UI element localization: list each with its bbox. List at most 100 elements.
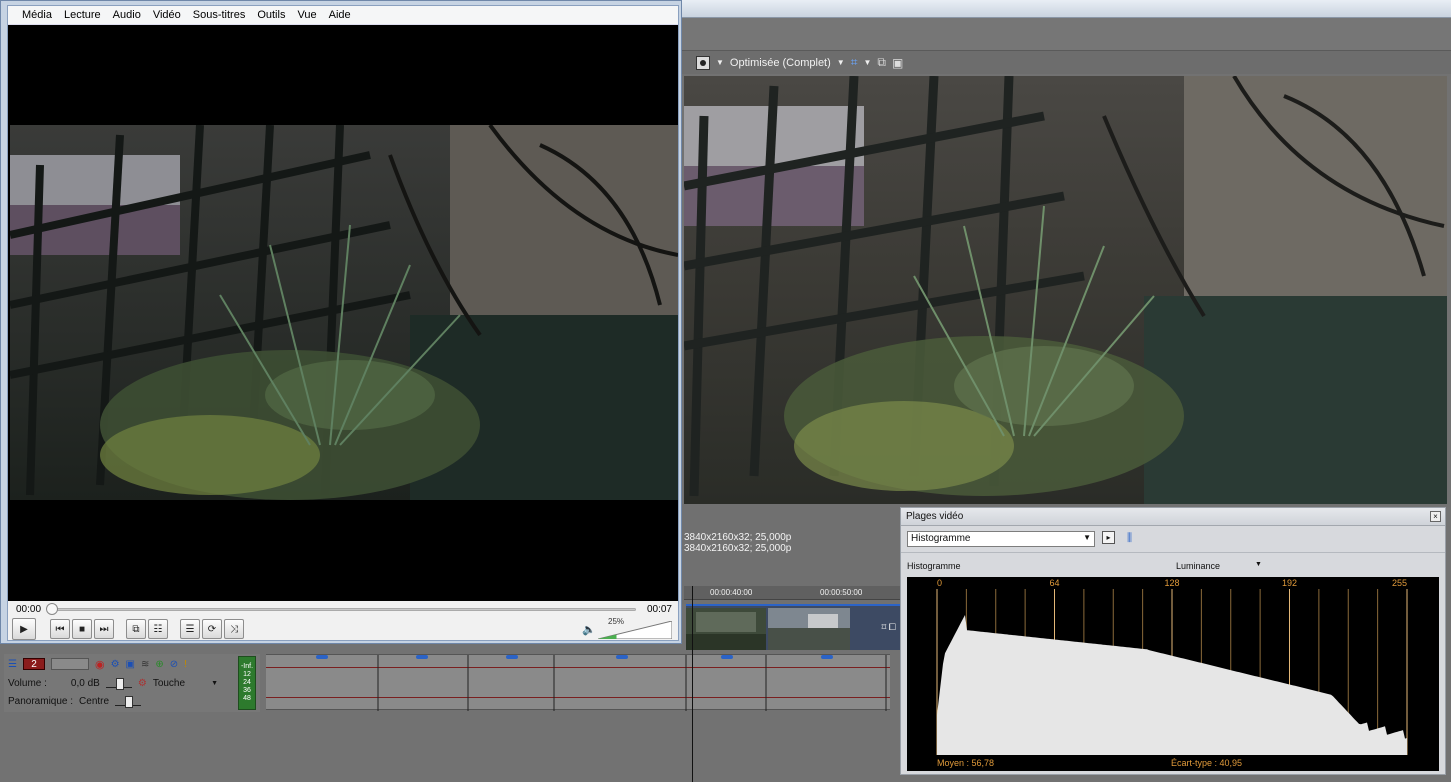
dropdown-arrow-icon[interactable]: ▼	[716, 58, 724, 67]
histogram-axis-tick: 0	[937, 578, 942, 588]
playlist-button[interactable]: ☰	[180, 619, 200, 639]
settings-icon[interactable]: ▸	[1102, 531, 1115, 544]
chevron-down-icon[interactable]: ▼	[1255, 561, 1262, 568]
save-snapshot-icon[interactable]: ▣	[892, 56, 903, 70]
automation-icon[interactable]: ⚙	[111, 659, 120, 670]
record-arm-icon[interactable]: ◉	[95, 658, 105, 671]
shuffle-icon: ⤨	[230, 623, 238, 635]
menu-outils[interactable]: Outils	[251, 9, 291, 21]
fx-icon[interactable]: ▣	[126, 659, 135, 670]
equalizer-icon: ☷	[153, 623, 163, 635]
previous-icon: ⏮	[55, 623, 65, 635]
audio-track-header: ☰ 2 ◉ ⚙ ▣ ≋ ⊕ ⊘ ! Volume : 0,0 dB ⚙ Touc…	[4, 654, 260, 712]
histogram-display: 0 64 128 192 255 Moyen : 56,78 Écart-type : …	[907, 577, 1439, 771]
seek-row: 00:00 00:07	[8, 601, 678, 617]
ruler-mark: 00:00:40:00	[710, 588, 753, 597]
seek-bar[interactable]	[50, 608, 636, 611]
seek-handle[interactable]	[46, 603, 58, 615]
clip-thumbnail	[768, 608, 850, 650]
desktop-stage: ▼ Optimisée (Complet) ▼ ⌗ ▼ ⧉ ▣ 3840x216…	[0, 0, 1451, 782]
speaker-icon[interactable]: 🔈	[582, 623, 596, 636]
meter-tick: 12	[243, 671, 251, 678]
pan-value: Centre	[79, 695, 110, 707]
channel-select[interactable]: Luminance	[1176, 561, 1220, 571]
pan-slider[interactable]	[115, 696, 142, 708]
touch-mode-label[interactable]: Touche	[153, 678, 185, 689]
video-track-clip[interactable]: ⌑ ⧠	[686, 604, 900, 650]
touch-mode-icon[interactable]: ⚙	[138, 678, 147, 689]
volume-slider[interactable]	[598, 621, 672, 639]
media-info: 3840x2160x32; 25,000p 3840x2160x32; 25,0…	[684, 532, 791, 554]
media-info-line: 3840x2160x32; 25,000p	[684, 543, 792, 554]
player-video-area[interactable]	[8, 25, 678, 601]
fullscreen-button[interactable]: ⧉	[126, 619, 146, 639]
time-total: 00:07	[646, 603, 672, 615]
histogram-axis-tick: 192	[1282, 578, 1297, 588]
play-button[interactable]: ▶	[12, 618, 36, 640]
menu-sous-titres[interactable]: Sous-titres	[187, 9, 252, 21]
timeline-lower-area	[0, 712, 900, 782]
editor-preview-video	[684, 76, 1447, 504]
loop-icon: ⟳	[207, 623, 217, 635]
pan-label: Panoramique :	[8, 695, 74, 707]
histogram-mean: Moyen : 56,78	[937, 758, 994, 768]
audio-track-lane[interactable]	[266, 654, 890, 711]
media-info-line: 3840x2160x32; 25,000p	[684, 532, 792, 543]
timeline-ruler[interactable]: 00:00:40:00 00:00:50:00	[684, 586, 900, 600]
track-name-field[interactable]	[50, 658, 89, 670]
play-icon: ▶	[20, 623, 28, 635]
stop-icon: ■	[78, 623, 86, 635]
stop-button[interactable]: ■	[72, 619, 92, 639]
menu-audio[interactable]: Audio	[107, 9, 147, 21]
volume-label: Volume :	[8, 677, 47, 689]
volume-value: 0,0 dB	[70, 677, 100, 689]
previous-button[interactable]: ⏮	[50, 619, 70, 639]
histogram-stddev: Écart-type : 40,95	[1171, 758, 1242, 768]
ruler-mark: 00:00:50:00	[820, 588, 863, 597]
preview-quality-dropdown[interactable]: Optimisée (Complet)	[730, 57, 831, 69]
extended-settings-button[interactable]: ☷	[148, 619, 168, 639]
player-controls: ▶ ⏮ ■ ⏭ ⧉ ☷ ☰ ⟳ ⤨ 🔈 25%	[8, 617, 678, 641]
menu-video[interactable]: Vidéo	[147, 9, 187, 21]
editor-toolbar-strip	[680, 18, 1451, 50]
loop-button[interactable]: ⟳	[202, 619, 222, 639]
close-icon[interactable]: ×	[1430, 511, 1441, 522]
solo-icon[interactable]: ⊕	[155, 659, 163, 670]
track-menu-icon[interactable]: ☰	[8, 659, 17, 670]
histogram-label: Histogramme	[907, 561, 961, 571]
next-icon: ⏭	[99, 623, 109, 635]
shuffle-button[interactable]: ⤨	[224, 619, 244, 639]
menu-lecture[interactable]: Lecture	[58, 9, 107, 21]
time-elapsed: 00:00	[16, 603, 42, 615]
track-number: 2	[22, 658, 45, 670]
mute-icon[interactable]: ≋	[141, 659, 149, 670]
info-icon[interactable]: !	[184, 659, 187, 670]
dropdown-arrow-icon[interactable]: ▼	[211, 680, 218, 687]
volume-slider[interactable]	[105, 678, 132, 690]
media-player-frame: Média Lecture Audio Vidéo Sous-titres Ou…	[7, 5, 679, 641]
grid-overlay-icon[interactable]: ⌗	[851, 55, 858, 70]
fullscreen-icon: ⧉	[132, 623, 140, 635]
editor-titlebar	[680, 0, 1451, 18]
menu-vue[interactable]: Vue	[291, 9, 322, 21]
scope-type-value: Histogramme	[911, 533, 971, 544]
histogram-axis-tick: 64	[1049, 578, 1059, 588]
dropdown-arrow-icon[interactable]: ▼	[837, 58, 845, 67]
preview-mode-button[interactable]	[696, 55, 710, 70]
timeline-playhead[interactable]	[692, 586, 693, 782]
menu-media[interactable]: Média	[16, 9, 58, 21]
copy-snapshot-icon[interactable]: ⧉	[877, 55, 886, 70]
scopes-title-text: Plages vidéo	[906, 511, 964, 522]
clip-fx-icon[interactable]: ⌑ ⧠	[882, 622, 896, 633]
lock-icon[interactable]: ⊘	[170, 659, 178, 670]
menu-aide[interactable]: Aide	[323, 9, 357, 21]
update-scopes-icon[interactable]: ⫼	[1127, 531, 1141, 545]
histogram-axis-tick: 128	[1164, 578, 1179, 588]
event-markers	[316, 655, 887, 711]
meter-tick: 48	[243, 695, 251, 702]
next-button[interactable]: ⏭	[94, 619, 114, 639]
chevron-down-icon: ▼	[1083, 533, 1091, 542]
dropdown-arrow-icon[interactable]: ▼	[863, 58, 871, 67]
scope-type-select[interactable]: Histogramme ▼	[907, 531, 1095, 547]
audio-level-meter: -Inf. 12 24 36 48	[238, 656, 256, 710]
